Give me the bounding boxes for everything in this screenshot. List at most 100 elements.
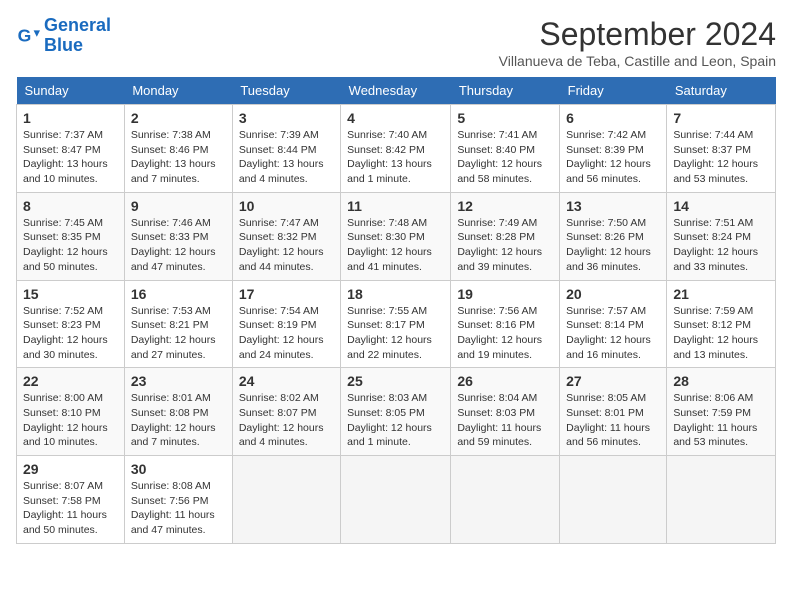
day-number: 26 — [457, 373, 553, 389]
calendar-cell: 19 Sunrise: 7:56 AM Sunset: 8:16 PM Dayl… — [451, 280, 560, 368]
calendar-cell: 28 Sunrise: 8:06 AM Sunset: 7:59 PM Dayl… — [667, 368, 776, 456]
column-header-thursday: Thursday — [451, 77, 560, 105]
day-number: 30 — [131, 461, 226, 477]
calendar-cell: 13 Sunrise: 7:50 AM Sunset: 8:26 PM Dayl… — [560, 192, 667, 280]
day-info: Sunrise: 8:02 AM Sunset: 8:07 PM Dayligh… — [239, 391, 334, 450]
month-title: September 2024 — [499, 16, 776, 53]
calendar-cell: 10 Sunrise: 7:47 AM Sunset: 8:32 PM Dayl… — [232, 192, 340, 280]
day-number: 21 — [673, 286, 769, 302]
day-info: Sunrise: 7:41 AM Sunset: 8:40 PM Dayligh… — [457, 128, 553, 187]
day-info: Sunrise: 8:06 AM Sunset: 7:59 PM Dayligh… — [673, 391, 769, 450]
calendar-cell — [451, 456, 560, 544]
day-number: 8 — [23, 198, 118, 214]
calendar-cell: 17 Sunrise: 7:54 AM Sunset: 8:19 PM Dayl… — [232, 280, 340, 368]
day-info: Sunrise: 7:52 AM Sunset: 8:23 PM Dayligh… — [23, 304, 118, 363]
day-info: Sunrise: 7:48 AM Sunset: 8:30 PM Dayligh… — [347, 216, 444, 275]
location: Villanueva de Teba, Castille and Leon, S… — [499, 53, 776, 69]
day-number: 5 — [457, 110, 553, 126]
day-info: Sunrise: 7:46 AM Sunset: 8:33 PM Dayligh… — [131, 216, 226, 275]
header-row: SundayMondayTuesdayWednesdayThursdayFrid… — [17, 77, 776, 105]
calendar-cell: 16 Sunrise: 7:53 AM Sunset: 8:21 PM Dayl… — [124, 280, 232, 368]
day-number: 20 — [566, 286, 660, 302]
day-number: 23 — [131, 373, 226, 389]
calendar-cell — [232, 456, 340, 544]
day-info: Sunrise: 7:59 AM Sunset: 8:12 PM Dayligh… — [673, 304, 769, 363]
day-number: 17 — [239, 286, 334, 302]
calendar-cell: 26 Sunrise: 8:04 AM Sunset: 8:03 PM Dayl… — [451, 368, 560, 456]
week-row-1: 1 Sunrise: 7:37 AM Sunset: 8:47 PM Dayli… — [17, 105, 776, 193]
calendar-cell: 7 Sunrise: 7:44 AM Sunset: 8:37 PM Dayli… — [667, 105, 776, 193]
calendar-cell: 3 Sunrise: 7:39 AM Sunset: 8:44 PM Dayli… — [232, 105, 340, 193]
calendar-cell: 18 Sunrise: 7:55 AM Sunset: 8:17 PM Dayl… — [341, 280, 451, 368]
day-number: 16 — [131, 286, 226, 302]
column-header-saturday: Saturday — [667, 77, 776, 105]
day-number: 2 — [131, 110, 226, 126]
day-info: Sunrise: 8:04 AM Sunset: 8:03 PM Dayligh… — [457, 391, 553, 450]
day-info: Sunrise: 8:00 AM Sunset: 8:10 PM Dayligh… — [23, 391, 118, 450]
calendar-table: SundayMondayTuesdayWednesdayThursdayFrid… — [16, 77, 776, 544]
column-header-tuesday: Tuesday — [232, 77, 340, 105]
day-info: Sunrise: 7:44 AM Sunset: 8:37 PM Dayligh… — [673, 128, 769, 187]
calendar-cell — [560, 456, 667, 544]
day-number: 10 — [239, 198, 334, 214]
day-number: 3 — [239, 110, 334, 126]
calendar-cell: 20 Sunrise: 7:57 AM Sunset: 8:14 PM Dayl… — [560, 280, 667, 368]
day-number: 7 — [673, 110, 769, 126]
day-info: Sunrise: 7:42 AM Sunset: 8:39 PM Dayligh… — [566, 128, 660, 187]
day-info: Sunrise: 7:56 AM Sunset: 8:16 PM Dayligh… — [457, 304, 553, 363]
day-number: 18 — [347, 286, 444, 302]
day-number: 27 — [566, 373, 660, 389]
logo-text: General Blue — [44, 16, 111, 56]
calendar-cell: 30 Sunrise: 8:08 AM Sunset: 7:56 PM Dayl… — [124, 456, 232, 544]
day-number: 14 — [673, 198, 769, 214]
day-info: Sunrise: 7:53 AM Sunset: 8:21 PM Dayligh… — [131, 304, 226, 363]
title-block: September 2024 Villanueva de Teba, Casti… — [499, 16, 776, 69]
logo-icon: G — [16, 24, 40, 48]
day-number: 24 — [239, 373, 334, 389]
day-info: Sunrise: 7:39 AM Sunset: 8:44 PM Dayligh… — [239, 128, 334, 187]
day-number: 25 — [347, 373, 444, 389]
column-header-monday: Monday — [124, 77, 232, 105]
calendar-cell — [667, 456, 776, 544]
day-info: Sunrise: 7:40 AM Sunset: 8:42 PM Dayligh… — [347, 128, 444, 187]
column-header-wednesday: Wednesday — [341, 77, 451, 105]
calendar-cell: 6 Sunrise: 7:42 AM Sunset: 8:39 PM Dayli… — [560, 105, 667, 193]
calendar-cell: 22 Sunrise: 8:00 AM Sunset: 8:10 PM Dayl… — [17, 368, 125, 456]
day-number: 12 — [457, 198, 553, 214]
column-header-friday: Friday — [560, 77, 667, 105]
day-info: Sunrise: 7:49 AM Sunset: 8:28 PM Dayligh… — [457, 216, 553, 275]
day-info: Sunrise: 7:54 AM Sunset: 8:19 PM Dayligh… — [239, 304, 334, 363]
calendar-cell: 23 Sunrise: 8:01 AM Sunset: 8:08 PM Dayl… — [124, 368, 232, 456]
day-info: Sunrise: 7:51 AM Sunset: 8:24 PM Dayligh… — [673, 216, 769, 275]
calendar-cell: 15 Sunrise: 7:52 AM Sunset: 8:23 PM Dayl… — [17, 280, 125, 368]
calendar-cell: 2 Sunrise: 7:38 AM Sunset: 8:46 PM Dayli… — [124, 105, 232, 193]
week-row-2: 8 Sunrise: 7:45 AM Sunset: 8:35 PM Dayli… — [17, 192, 776, 280]
calendar-cell: 9 Sunrise: 7:46 AM Sunset: 8:33 PM Dayli… — [124, 192, 232, 280]
day-info: Sunrise: 7:57 AM Sunset: 8:14 PM Dayligh… — [566, 304, 660, 363]
day-number: 1 — [23, 110, 118, 126]
calendar-cell: 5 Sunrise: 7:41 AM Sunset: 8:40 PM Dayli… — [451, 105, 560, 193]
calendar-cell — [341, 456, 451, 544]
logo: G General Blue — [16, 16, 111, 56]
day-number: 15 — [23, 286, 118, 302]
day-info: Sunrise: 7:47 AM Sunset: 8:32 PM Dayligh… — [239, 216, 334, 275]
calendar-cell: 29 Sunrise: 8:07 AM Sunset: 7:58 PM Dayl… — [17, 456, 125, 544]
day-number: 6 — [566, 110, 660, 126]
calendar-cell: 24 Sunrise: 8:02 AM Sunset: 8:07 PM Dayl… — [232, 368, 340, 456]
calendar-cell: 27 Sunrise: 8:05 AM Sunset: 8:01 PM Dayl… — [560, 368, 667, 456]
day-info: Sunrise: 7:38 AM Sunset: 8:46 PM Dayligh… — [131, 128, 226, 187]
day-info: Sunrise: 8:05 AM Sunset: 8:01 PM Dayligh… — [566, 391, 660, 450]
week-row-3: 15 Sunrise: 7:52 AM Sunset: 8:23 PM Dayl… — [17, 280, 776, 368]
week-row-4: 22 Sunrise: 8:00 AM Sunset: 8:10 PM Dayl… — [17, 368, 776, 456]
week-row-5: 29 Sunrise: 8:07 AM Sunset: 7:58 PM Dayl… — [17, 456, 776, 544]
day-info: Sunrise: 8:08 AM Sunset: 7:56 PM Dayligh… — [131, 479, 226, 538]
day-info: Sunrise: 7:55 AM Sunset: 8:17 PM Dayligh… — [347, 304, 444, 363]
day-info: Sunrise: 7:50 AM Sunset: 8:26 PM Dayligh… — [566, 216, 660, 275]
day-number: 22 — [23, 373, 118, 389]
day-info: Sunrise: 7:45 AM Sunset: 8:35 PM Dayligh… — [23, 216, 118, 275]
day-number: 4 — [347, 110, 444, 126]
calendar-cell: 1 Sunrise: 7:37 AM Sunset: 8:47 PM Dayli… — [17, 105, 125, 193]
calendar-cell: 14 Sunrise: 7:51 AM Sunset: 8:24 PM Dayl… — [667, 192, 776, 280]
day-number: 19 — [457, 286, 553, 302]
day-number: 28 — [673, 373, 769, 389]
